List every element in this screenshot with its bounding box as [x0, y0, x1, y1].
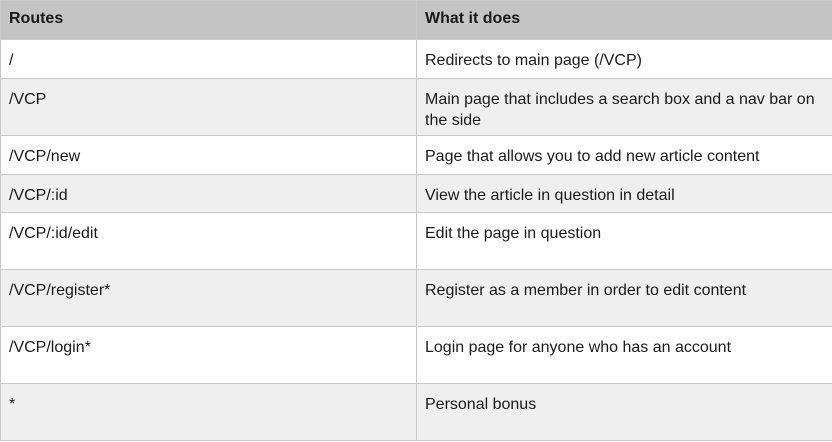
description-cell: Login page for anyone who has an account: [416, 326, 832, 384]
route-cell: *: [0, 383, 417, 441]
table-row: /VCP/login* Login page for anyone who ha…: [0, 326, 832, 384]
route-cell: /VCP/login*: [0, 326, 417, 384]
table-row: * Personal bonus: [0, 383, 832, 441]
table-row: /VCP/register* Register as a member in o…: [0, 269, 832, 327]
route-cell: /VCP/register*: [0, 269, 417, 327]
routes-table: Routes What it does / Redirects to main …: [0, 0, 832, 441]
table-row: /VCP Main page that includes a search bo…: [0, 78, 832, 136]
route-cell: /VCP/:id: [0, 174, 417, 213]
description-cell: View the article in question in detail: [416, 174, 832, 213]
route-cell: /: [0, 39, 417, 79]
table-row: /VCP/:id View the article in question in…: [0, 174, 832, 213]
table-row: /VCP/:id/edit Edit the page in question: [0, 212, 832, 270]
header-routes: Routes: [0, 0, 417, 40]
route-cell: /VCP/new: [0, 135, 417, 175]
table-row: / Redirects to main page (/VCP): [0, 39, 832, 79]
description-cell: Main page that includes a search box and…: [416, 78, 832, 136]
route-cell: /VCP/:id/edit: [0, 212, 417, 270]
route-cell: /VCP: [0, 78, 417, 136]
table-row: /VCP/new Page that allows you to add new…: [0, 135, 832, 175]
description-cell: Redirects to main page (/VCP): [416, 39, 832, 79]
description-cell: Edit the page in question: [416, 212, 832, 270]
header-what-it-does: What it does: [416, 0, 832, 40]
table-header-row: Routes What it does: [0, 0, 832, 40]
description-cell: Personal bonus: [416, 383, 832, 441]
description-cell: Register as a member in order to edit co…: [416, 269, 832, 327]
description-cell: Page that allows you to add new article …: [416, 135, 832, 175]
